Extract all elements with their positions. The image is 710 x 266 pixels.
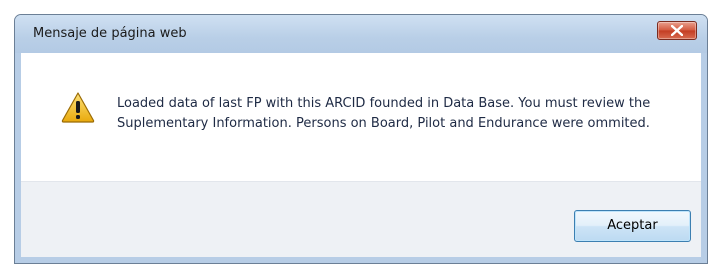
title-bar[interactable]: Mensaje de página web	[15, 15, 707, 53]
dialog-content: Loaded data of last FP with this ARCID f…	[21, 53, 701, 181]
close-button[interactable]	[657, 21, 697, 40]
warning-icon	[61, 92, 95, 123]
accept-button[interactable]: Aceptar	[574, 210, 691, 242]
dialog-title: Mensaje de página web	[33, 26, 187, 41]
dialog-footer: Aceptar	[21, 181, 701, 257]
close-icon	[671, 25, 683, 36]
dialog-window: Mensaje de página web Loaded data of las…	[14, 14, 708, 264]
dialog-message: Loaded data of last FP with this ARCID f…	[117, 96, 651, 131]
